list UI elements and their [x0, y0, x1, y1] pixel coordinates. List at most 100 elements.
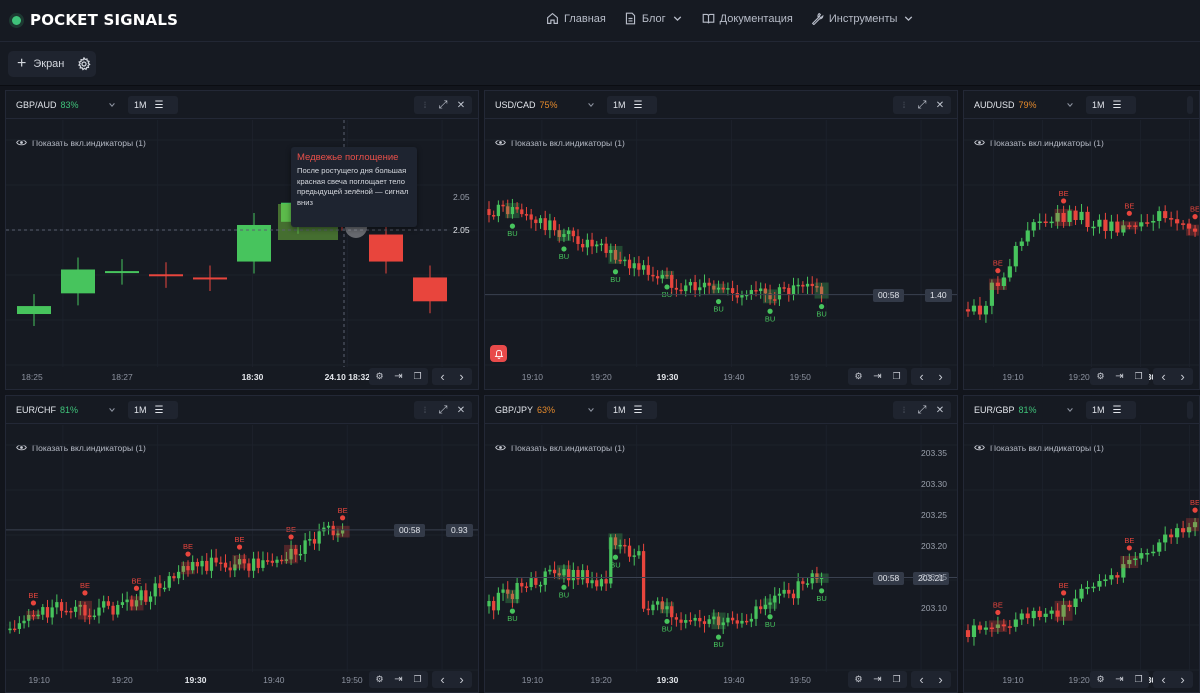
symbol-selector[interactable]: EUR/CHF 81% — [10, 401, 122, 419]
timeframe-selector[interactable]: 1M ☰ — [128, 401, 178, 419]
timeframe-selector[interactable]: 1M ☰ — [1086, 401, 1136, 419]
expand-icon[interactable]: ⤢ — [914, 402, 930, 418]
candle-body — [1031, 222, 1036, 231]
nav-docs[interactable]: Документация — [702, 12, 793, 25]
symbol-selector[interactable]: USD/CAD 75% — [489, 96, 601, 114]
candle-body — [1079, 588, 1084, 599]
settings-sliders-icon[interactable]: ⚙ — [371, 369, 388, 384]
candle-body — [520, 582, 524, 587]
candle-body — [1013, 619, 1018, 627]
logo[interactable]: POCKET SIGNALS — [12, 11, 178, 29]
chevron-left-icon[interactable]: ‹ — [434, 672, 451, 687]
candlestick-chart[interactable]: BUBUBUBUBUBUBU — [485, 425, 958, 672]
menu-icon[interactable]: ☰ — [634, 100, 643, 111]
close-icon[interactable]: ✕ — [453, 97, 469, 113]
scroll-to-end-icon[interactable]: ⇥ — [390, 369, 407, 384]
candle-body — [266, 560, 270, 562]
chevron-left-icon[interactable]: ‹ — [913, 369, 930, 384]
settings-sliders-icon[interactable]: ⚙ — [1092, 369, 1109, 384]
candle-body — [1091, 586, 1096, 589]
expand-icon[interactable]: ⤢ — [435, 402, 451, 418]
symbol-selector[interactable]: GBP/JPY 63% — [489, 401, 601, 419]
chevron-right-icon[interactable]: › — [1174, 672, 1191, 687]
copy-icon[interactable]: ❐ — [409, 672, 426, 687]
drag-handle-icon[interactable]: ⦙ — [896, 97, 912, 113]
symbol-selector[interactable]: AUD/USD 79% — [968, 96, 1080, 114]
chevron-right-icon[interactable]: › — [932, 672, 949, 687]
timeframe-selector[interactable]: 1M ☰ — [607, 96, 657, 114]
settings-sliders-icon[interactable]: ⚙ — [850, 672, 867, 687]
alert-bell-button[interactable] — [490, 345, 507, 362]
chevron-right-icon[interactable]: › — [1174, 369, 1191, 384]
drag-handle-icon[interactable]: ⦙ — [896, 402, 912, 418]
menu-icon[interactable]: ☰ — [155, 100, 164, 111]
timeframe-selector[interactable]: 1M ☰ — [1086, 96, 1136, 114]
nav-blog[interactable]: Блог — [624, 12, 684, 25]
gear-icon[interactable] — [77, 57, 91, 71]
candle-body — [604, 579, 608, 584]
candle-body — [1181, 528, 1186, 533]
time-axis: 19:1019:2019:30⚙⇥❐‹› — [964, 365, 1199, 389]
candle-body — [275, 559, 279, 563]
chevron-right-icon[interactable]: › — [453, 369, 470, 384]
chevron-left-icon[interactable]: ‹ — [1155, 369, 1172, 384]
copy-icon[interactable]: ❐ — [1130, 672, 1147, 687]
price-axis-label: 203.30 — [921, 479, 947, 489]
copy-icon[interactable]: ❐ — [1130, 369, 1147, 384]
pattern-tooltip: Медвежье поглощение После ростущего дня б… — [291, 147, 417, 227]
symbol-selector[interactable]: EUR/GBP 81% — [968, 401, 1080, 419]
menu-icon[interactable]: ☰ — [634, 405, 643, 416]
close-icon[interactable]: ✕ — [932, 402, 948, 418]
time-axis-label: 19:10 — [521, 372, 544, 382]
close-icon[interactable]: ✕ — [453, 402, 469, 418]
chart-scroll-group: ‹ › — [432, 671, 472, 688]
candle-body — [1133, 225, 1138, 227]
chevron-right-icon[interactable]: › — [932, 369, 949, 384]
price-axis-label: 203.35 — [921, 448, 947, 458]
candle-body — [684, 285, 688, 292]
candle-body — [651, 604, 655, 611]
candlestick-chart[interactable]: BE BE BE BE — [964, 120, 1200, 367]
scroll-to-end-icon[interactable]: ⇥ — [869, 672, 886, 687]
chevron-right-icon[interactable]: › — [453, 672, 470, 687]
scroll-to-end-icon[interactable]: ⇥ — [869, 369, 886, 384]
candlestick-chart[interactable]: BE BE BE BE — [964, 425, 1200, 672]
settings-sliders-icon[interactable]: ⚙ — [371, 672, 388, 687]
chevron-down-icon — [588, 103, 594, 107]
candle-body — [1049, 221, 1054, 224]
scroll-to-end-icon[interactable]: ⇥ — [1111, 672, 1128, 687]
drag-handle-icon[interactable]: ⦙ — [417, 402, 433, 418]
panel-header: USD/CAD 75% 1M ☰ ⦙ ⤢ ✕ — [485, 91, 957, 119]
menu-icon[interactable]: ☰ — [1113, 100, 1122, 111]
expand-icon[interactable]: ⤢ — [914, 97, 930, 113]
timeframe-selector[interactable]: 1M ☰ — [128, 96, 178, 114]
timeframe-selector[interactable]: 1M ☰ — [607, 401, 657, 419]
candlestick-chart[interactable]: BUBUBUBUBUBUBU — [485, 120, 958, 367]
close-icon[interactable]: ✕ — [932, 97, 948, 113]
candle-body — [965, 309, 971, 312]
scroll-to-end-icon[interactable]: ⇥ — [390, 672, 407, 687]
nav-tools[interactable]: Инструменты — [811, 12, 916, 25]
chevron-left-icon[interactable]: ‹ — [913, 672, 930, 687]
signal-label: BE — [338, 506, 348, 515]
chevron-left-icon[interactable]: ‹ — [434, 369, 451, 384]
copy-icon[interactable]: ❐ — [888, 672, 905, 687]
chevron-left-icon[interactable]: ‹ — [1155, 672, 1172, 687]
nav-home[interactable]: Главная — [546, 12, 606, 25]
scroll-to-end-icon[interactable]: ⇥ — [1111, 369, 1128, 384]
signal-label: BE — [993, 600, 1003, 609]
candlestick-chart[interactable]: BEBEBEBEBEBEBE — [6, 425, 479, 672]
menu-icon[interactable]: ☰ — [155, 405, 164, 416]
symbol-selector[interactable]: GBP/AUD 83% — [10, 96, 122, 114]
settings-sliders-icon[interactable]: ⚙ — [1092, 672, 1109, 687]
settings-sliders-icon[interactable]: ⚙ — [850, 369, 867, 384]
expand-icon[interactable]: ⤢ — [435, 97, 451, 113]
drag-handle-icon[interactable]: ⦙ — [417, 97, 433, 113]
menu-icon[interactable]: ☰ — [1113, 405, 1122, 416]
copy-icon[interactable]: ❐ — [888, 369, 905, 384]
top-navigation-bar: POCKET SIGNALS Главная Блог Документация… — [0, 0, 1200, 42]
candle-body — [303, 540, 307, 554]
copy-icon[interactable]: ❐ — [409, 369, 426, 384]
candle-body — [656, 276, 660, 279]
candle-body — [595, 580, 599, 587]
